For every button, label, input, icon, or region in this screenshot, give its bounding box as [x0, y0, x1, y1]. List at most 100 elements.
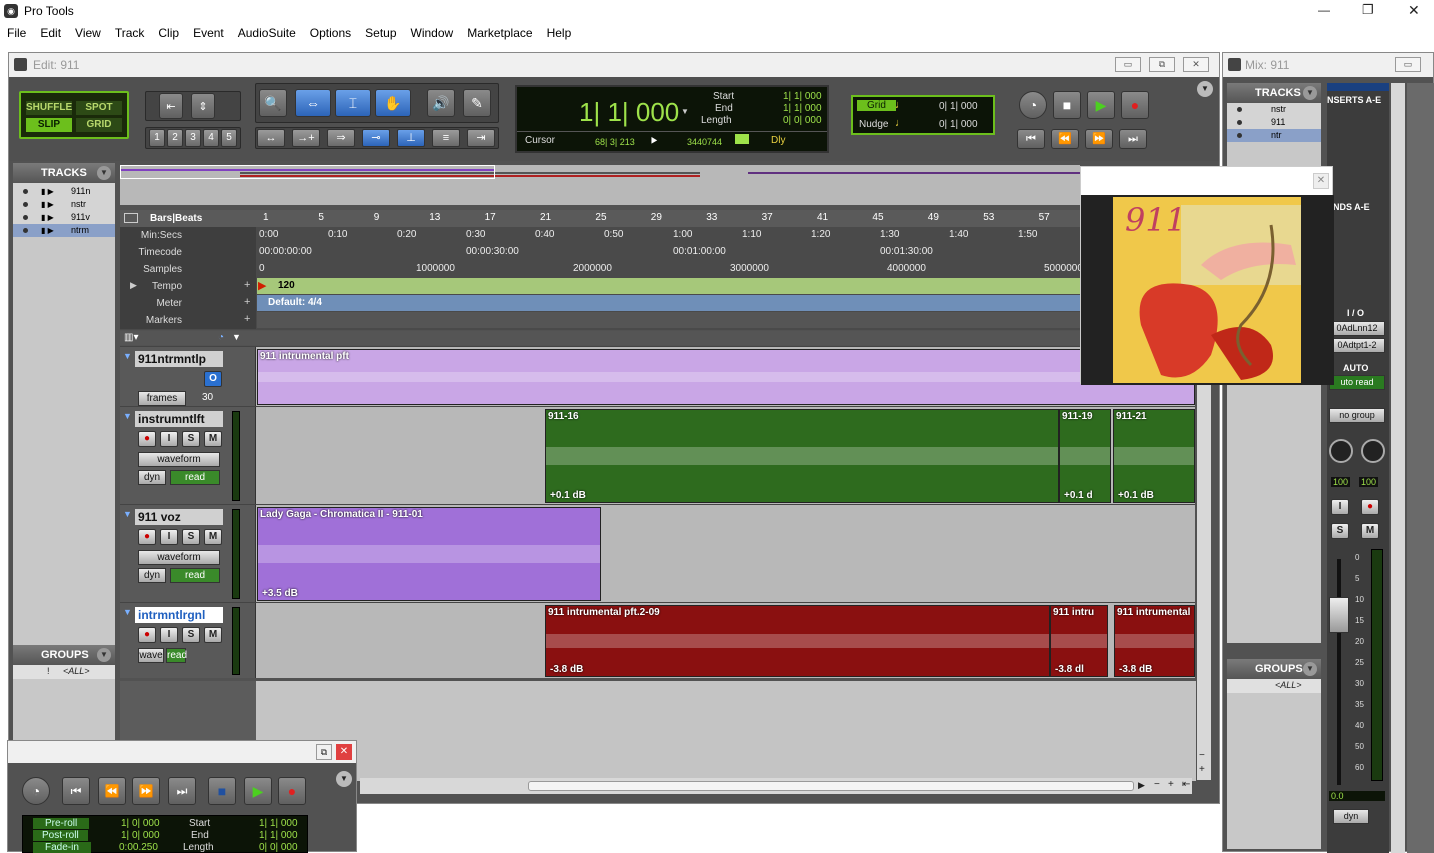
mix-mute-button[interactable]: M	[1361, 523, 1379, 539]
length-value[interactable]: 0| 0| 000	[783, 115, 822, 126]
main-counter-value[interactable]: 1| 1| 000	[579, 97, 679, 128]
zoom-preset-5[interactable]: 5	[221, 129, 237, 147]
nudge-label[interactable]: Nudge	[859, 119, 888, 130]
trim-tool-icon[interactable]: ⇔	[295, 89, 331, 117]
mix-input-button[interactable]: I	[1331, 499, 1349, 515]
end-value[interactable]: 1| 1| 000	[783, 103, 822, 114]
selector-tool-icon[interactable]: ⌶	[335, 89, 371, 117]
pencil-tool-icon[interactable]: ✎	[463, 89, 491, 117]
track-dropdown-icon[interactable]: ▼	[232, 332, 241, 342]
menu-marketplace[interactable]: Marketplace	[467, 26, 532, 40]
transport-end-value[interactable]: 1| 1| 000	[259, 830, 298, 841]
mix-group-all-label[interactable]: <ALL>	[1275, 680, 1302, 690]
insertion-follows-icon[interactable]: ⊸	[362, 129, 390, 147]
play-icon[interactable]: ▶	[1087, 91, 1115, 119]
hscroll-fit-icon[interactable]: ⇤	[1182, 779, 1190, 790]
track-automation-selector[interactable]: read	[166, 648, 187, 663]
pan-knob-right-icon[interactable]	[1361, 439, 1385, 463]
hscroll-arrow-icon[interactable]: ▶	[1138, 780, 1145, 791]
audio-clip[interactable]: 911-16 +0.1 dB	[545, 409, 1059, 503]
link-timeline-icon[interactable]: →+	[292, 129, 320, 147]
audio-clip[interactable]: 911-21 +0.1 dB	[1113, 409, 1195, 503]
group-all-label[interactable]: <ALL>	[63, 666, 90, 676]
output-selector[interactable]: 0Adtpt1-2	[1329, 338, 1385, 353]
audio-clip[interactable]: 911 intrumental pft.2-09 -3.8 dB	[545, 605, 1050, 677]
track-dyn-button[interactable]: dyn	[138, 568, 166, 583]
transport-length-value[interactable]: 0| 0| 000	[259, 842, 298, 853]
transport-rewind-icon[interactable]: ⏪	[98, 777, 126, 805]
tracks-menu-icon[interactable]: ▼	[97, 166, 111, 180]
track-name[interactable]: instrumntlft	[135, 411, 223, 427]
track-rec-button[interactable]: ●	[138, 627, 156, 643]
mix-track-dot-icon[interactable]	[1237, 133, 1242, 138]
return-to-zero-icon[interactable]: ⏮	[1017, 129, 1045, 149]
ruler-view-icon[interactable]	[124, 213, 138, 223]
zoom-vertical-icon[interactable]: ⇕	[191, 93, 215, 119]
audio-clip[interactable]: 911 intru -3.8 dl	[1050, 605, 1108, 677]
audio-clip[interactable]: Lady Gaga - Chromatica II - 911-01 +3.5 d…	[257, 507, 601, 601]
fast-forward-icon[interactable]: ⏩	[1085, 129, 1113, 149]
markers-lane[interactable]	[257, 312, 1080, 328]
track-expand-icon[interactable]: ▼	[123, 607, 132, 617]
mix-record-button[interactable]: ●	[1361, 499, 1379, 515]
grid-mode-button[interactable]: GRID	[75, 117, 123, 133]
mix-track-list-item[interactable]: ntr	[1227, 129, 1321, 142]
track-show-dot-icon[interactable]	[23, 228, 28, 233]
nudge-value[interactable]: 0| 1| 000	[939, 119, 978, 130]
preroll-value[interactable]: 1| 0| 000	[121, 818, 160, 829]
volume-fader-handle[interactable]	[1329, 597, 1349, 633]
fadein-value[interactable]: 0:00.250	[119, 842, 158, 853]
fader-value[interactable]: 0.0	[1329, 791, 1385, 801]
track-view-selector[interactable]: wave	[138, 648, 164, 663]
shuffle-mode-button[interactable]: SHUFFLE	[25, 100, 73, 116]
mix-solo-button[interactable]: S	[1331, 523, 1349, 539]
audio-clip[interactable]: 911 intrumental pft	[257, 349, 1195, 405]
track-name[interactable]: intrmntlrgnl	[135, 607, 223, 623]
track-list-item[interactable]: ▮ ▶ ntrm	[13, 224, 115, 237]
hscroll-zoomout-icon[interactable]: −	[1154, 779, 1160, 790]
track-automation-selector[interactable]: read	[170, 568, 220, 583]
transport-play-icon[interactable]: ▶	[244, 777, 272, 805]
track-show-dot-icon[interactable]	[23, 215, 28, 220]
go-to-end-icon[interactable]: ⏭	[1119, 129, 1147, 149]
menu-options[interactable]: Options	[310, 26, 351, 40]
track-solo-button[interactable]: S	[182, 431, 200, 447]
stop-icon[interactable]: ■	[1053, 91, 1081, 119]
zoom-toggle-icon[interactable]: ⇥	[467, 129, 495, 147]
track-show-dot-icon[interactable]	[23, 189, 28, 194]
track-input-button[interactable]: I	[160, 627, 178, 643]
horizontal-scroll-thumb[interactable]	[528, 781, 1134, 791]
track-view-selector[interactable]: frames	[138, 391, 186, 406]
postroll-label[interactable]: Post-roll	[33, 830, 88, 841]
markers-add-icon[interactable]: +	[244, 313, 250, 325]
track-expand-icon[interactable]: ▼	[123, 351, 132, 361]
tempo-lane[interactable]	[257, 278, 1080, 294]
transport-ff-icon[interactable]: ⏩	[132, 777, 160, 805]
track-solo-button[interactable]: S	[182, 529, 200, 545]
groups-menu-icon[interactable]: ▼	[97, 648, 111, 662]
popup-close-button[interactable]: ✕	[1313, 173, 1329, 189]
mix-tracks-menu-icon[interactable]: ▼	[1303, 86, 1317, 100]
transport-online-icon[interactable]: ◔	[22, 777, 50, 805]
edit-horizontal-scrollbar[interactable]: ▶ − + ⇤	[360, 778, 1192, 794]
start-value[interactable]: 1| 1| 000	[783, 91, 822, 102]
menu-clip[interactable]: Clip	[158, 26, 179, 40]
track-name[interactable]: 911 voz	[135, 509, 223, 525]
track-view-selector[interactable]: waveform	[138, 550, 220, 565]
edit-maximize-button[interactable]: ⧉	[1149, 57, 1175, 72]
track-mute-button[interactable]: M	[204, 431, 222, 447]
track-show-dot-icon[interactable]	[23, 202, 28, 207]
grabber-tool-icon[interactable]: ✋	[375, 89, 411, 117]
audio-clip[interactable]: 911 intrumental -3.8 dB	[1114, 605, 1195, 677]
mix-vertical-scrollbar[interactable]	[1391, 83, 1405, 853]
menu-view[interactable]: View	[75, 26, 101, 40]
cursor-options-icon[interactable]: ≡	[432, 129, 460, 147]
grid-label[interactable]: Grid	[857, 100, 896, 111]
scroll-zoom-out-icon[interactable]: −	[1199, 750, 1205, 761]
audio-clip[interactable]: 911-19 +0.1 d	[1059, 409, 1111, 503]
track-list-item[interactable]: ▮ ▶ nstr	[13, 198, 115, 211]
automation-mode-selector[interactable]: uto read	[1329, 375, 1385, 390]
edit-vertical-scrollbar[interactable]: − +	[1197, 340, 1211, 780]
track-rec-button[interactable]: ●	[138, 431, 156, 447]
universe-overview[interactable]	[120, 165, 1080, 205]
